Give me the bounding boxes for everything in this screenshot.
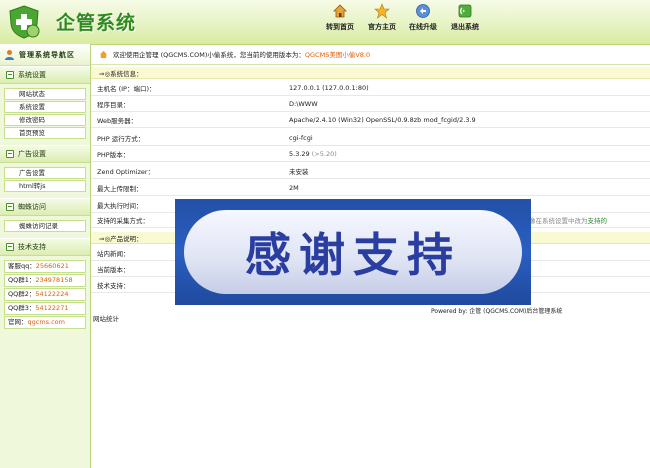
contact-row: 官网：qgcms.com: [4, 316, 86, 329]
info-value: D:\WWW: [289, 99, 318, 108]
star-icon: [374, 3, 390, 19]
top-header: 企管系统 转到首页 官方主页 在线升级 退出系统: [0, 0, 650, 45]
welcome-bar: 欢迎使用企管理 (QGCMS.COM)小偷系统，您当前的使用版本为：QGCMS美…: [91, 44, 650, 65]
contact-row: QQ群1：234978158: [4, 274, 86, 287]
info-value: Apache/2.4.10 (Win32) OpenSSL/0.9.8zb mo…: [289, 115, 476, 124]
contact-value[interactable]: 54122224: [35, 290, 68, 298]
contact-value[interactable]: 25660621: [36, 262, 69, 270]
welcome-text: 欢迎使用企管理 (QGCMS.COM)小偷系统，您当前的使用版本为：QGCMS美…: [113, 49, 370, 59]
sidebar-title: 管理系统导航区: [19, 50, 75, 59]
welcome-version: QGCMS美图小偷V8.0: [304, 51, 371, 59]
contact-value[interactable]: 54122271: [35, 304, 68, 312]
home-icon: [332, 3, 348, 19]
info-row: Web服务器： Apache/2.4.10 (Win32) OpenSSL/0.9…: [91, 112, 650, 128]
app-logo-text: 企管系统: [56, 12, 137, 34]
nav-exit-label: 退出系统: [451, 23, 479, 31]
collect-note: 像在系统设置中改为: [529, 216, 588, 225]
info-value: cgi-fcgi: [289, 133, 313, 142]
nav-official-site-label: 官方主页: [368, 23, 396, 31]
nav-upgrade-label: 在线升级: [409, 23, 437, 31]
thanks-banner-pill: 感谢支持: [184, 210, 522, 294]
info-row: PHP版本： 5.3.29 (>5.20): [91, 146, 650, 162]
sidebar-item-system-settings[interactable]: 系统设置: [4, 101, 86, 113]
php-version: 5.3.29: [289, 149, 310, 158]
info-value: 未安装: [289, 167, 309, 176]
info-row: 程序目录： D:\WWW: [91, 96, 650, 112]
nav-home-label: 转到首页: [326, 23, 354, 31]
info-key: PHP 运行方式：: [97, 134, 145, 143]
contact-row: QQ群2：54122224: [4, 288, 86, 301]
collapse-icon: [6, 243, 14, 251]
info-row: PHP 运行方式： cgi-fcgi: [91, 130, 650, 146]
sidebar: 管理系统导航区 系统设置 网站状态 系统设置 修改密码 首页预览 广告设置 广告…: [0, 44, 91, 468]
sidebar-item-html-to-js[interactable]: html转js: [4, 180, 86, 192]
collapse-icon: [6, 150, 14, 158]
shield-plus-logo-icon: [9, 5, 40, 39]
nav-exit[interactable]: 退出系统: [451, 3, 479, 41]
php-version-note: (>5.20): [311, 149, 337, 158]
info-key: Zend Optimizer：: [97, 167, 155, 176]
info-value: 5.3.29 (>5.20): [289, 150, 337, 158]
user-icon: [5, 50, 14, 60]
home-icon: [99, 50, 108, 58]
nav-official-site[interactable]: 官方主页: [368, 3, 396, 41]
collapse-icon: [6, 203, 14, 211]
upgrade-icon: [415, 3, 431, 19]
sidebar-section-label: 蜘蛛访问: [18, 203, 46, 211]
info-key: Web服务器：: [97, 116, 138, 125]
welcome-prefix: 欢迎使用企管理 (QGCMS.COM)小偷系统，您当前的使用版本为：: [113, 51, 305, 59]
sidebar-item-change-password[interactable]: 修改密码: [4, 114, 86, 126]
sidebar-item-home-preview[interactable]: 首页预览: [4, 127, 86, 139]
sidebar-section-spider[interactable]: 蜘蛛访问: [0, 198, 90, 216]
collapse-icon: [6, 71, 14, 79]
sidebar-section-label: 技术支持: [18, 243, 46, 251]
contact-label: 官网：: [8, 318, 28, 326]
nav-upgrade[interactable]: 在线升级: [409, 3, 437, 41]
thanks-banner-text: 感谢支持: [245, 228, 461, 282]
contact-row: QQ群3：54122271: [4, 302, 86, 315]
contact-row: 客服qq：25660621: [4, 260, 86, 273]
sidebar-item-site-status[interactable]: 网站状态: [4, 88, 86, 100]
info-row: 主机名 (IP：端口)： 127.0.0.1 (127.0.0.1:80): [91, 80, 650, 96]
info-key: 主机名 (IP：端口)：: [97, 84, 156, 93]
sidebar-section-system[interactable]: 系统设置: [0, 66, 90, 84]
sidebar-section-ads[interactable]: 广告设置: [0, 145, 90, 163]
contact-label: QQ群3：: [8, 304, 36, 312]
info-value: 像在系统设置中改为支持的: [529, 215, 607, 225]
info-key: 程序目录：: [97, 100, 130, 109]
system-info-header: ⇒◎系统信息：: [91, 67, 650, 79]
sidebar-section-support[interactable]: 技术支持: [0, 238, 90, 256]
sidebar-section-label: 广告设置: [18, 150, 46, 158]
site-stat-link[interactable]: 网站统计: [93, 313, 119, 323]
info-row: 最大上传限制： 2M: [91, 180, 650, 196]
sidebar-header: 管理系统导航区: [0, 44, 90, 66]
info-row: Zend Optimizer： 未安装: [91, 163, 650, 179]
info-key: PHP版本：: [97, 150, 130, 159]
contact-value[interactable]: 234978158: [35, 276, 72, 284]
support-contacts: 客服qq：25660621 QQ群1：234978158 QQ群2：541222…: [0, 256, 90, 333]
thanks-banner: 感谢支持: [175, 199, 531, 305]
info-key: 最大上传限制：: [97, 184, 143, 193]
collect-support-link[interactable]: 支持的: [588, 217, 608, 225]
sidebar-item-spider-log[interactable]: 蜘蛛访问记录: [4, 220, 86, 232]
info-value: 127.0.0.1 (127.0.0.1:80): [289, 83, 369, 92]
contact-label: 客服qq：: [8, 262, 36, 270]
powered-by: Powered by: 企管 (QGCMS.COM)后台管理系统: [431, 308, 563, 315]
exit-icon: [457, 3, 473, 19]
nav-home[interactable]: 转到首页: [326, 3, 354, 41]
sidebar-item-ad-settings[interactable]: 广告设置: [4, 167, 86, 179]
contact-value[interactable]: qgcms.com: [28, 318, 66, 326]
sidebar-section-label: 系统设置: [18, 71, 46, 79]
info-value: 2M: [289, 183, 299, 192]
contact-label: QQ群1：: [8, 276, 36, 284]
contact-label: QQ群2：: [8, 290, 36, 298]
